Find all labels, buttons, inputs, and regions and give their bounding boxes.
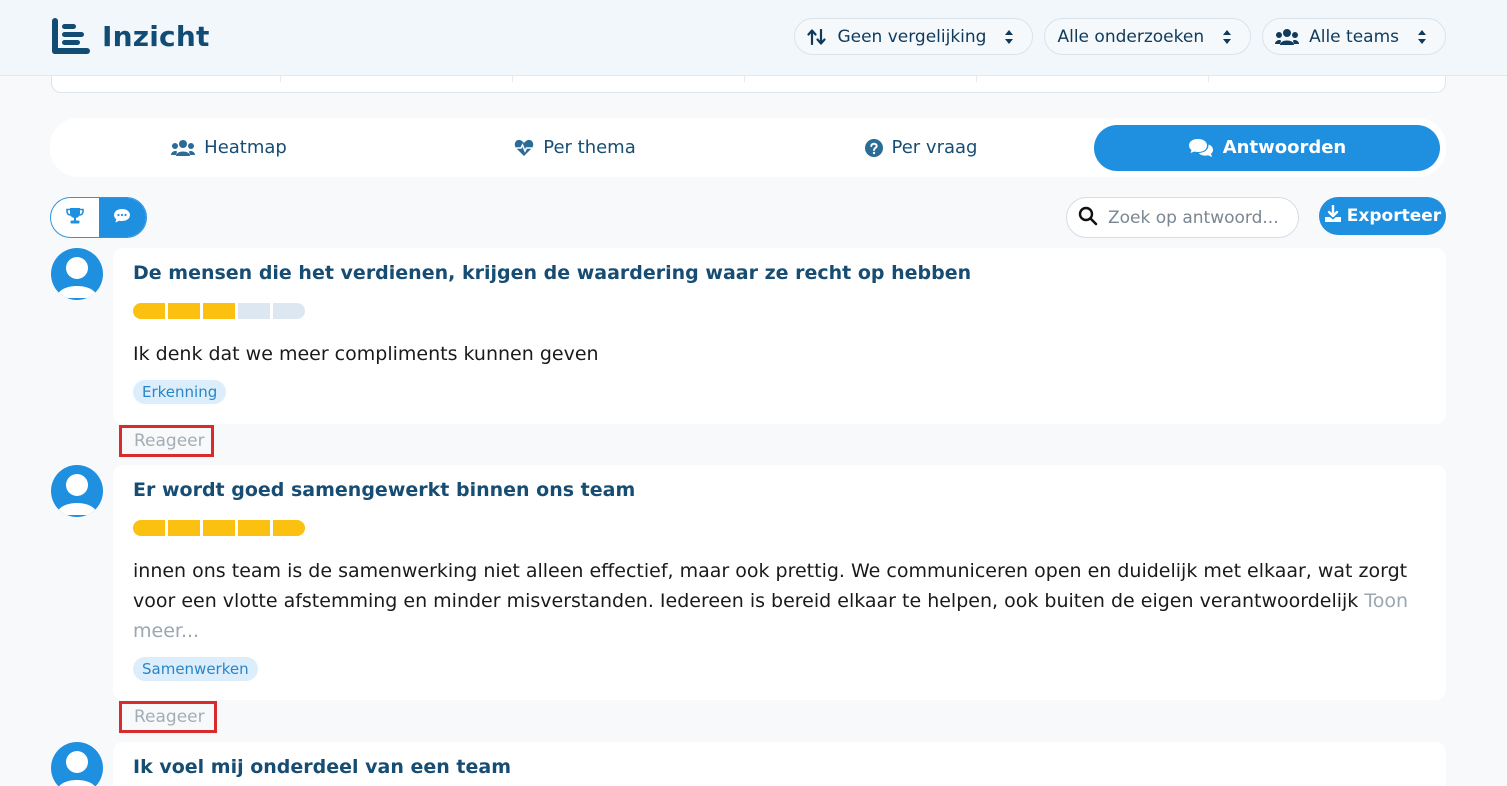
- survey-select-label: Alle onderzoeken: [1057, 26, 1205, 47]
- select-caret-icon: [1004, 29, 1014, 45]
- avatar: [51, 742, 103, 786]
- rating-segment: [273, 303, 305, 319]
- answer-text: innen ons team is de samenwerking niet a…: [133, 556, 1426, 646]
- team-select-label: Alle teams: [1309, 26, 1399, 47]
- answer-card: De mensen die het verdienen, krijgen de …: [113, 248, 1446, 424]
- view-tabs: Heatmap Per thema Per vraag Antwoorden: [50, 118, 1446, 177]
- rating-segment: [133, 520, 165, 536]
- comments-icon: [1188, 138, 1214, 158]
- question-title: De mensen die het verdienen, krijgen de …: [133, 262, 972, 284]
- logo-icon: [52, 18, 90, 54]
- select-caret-icon: [1417, 29, 1427, 45]
- comment-toggle-button[interactable]: [98, 198, 146, 237]
- team-select[interactable]: Alle teams: [1262, 18, 1446, 55]
- rating-bar: [133, 303, 1426, 319]
- answer-text-content: innen ons team is de samenwerking niet a…: [133, 560, 1408, 612]
- rating-segment: [238, 520, 270, 536]
- answer-text-content: Ik denk dat we meer compliments kunnen g…: [133, 343, 599, 365]
- trophy-icon: [65, 207, 84, 228]
- search-input[interactable]: [1108, 207, 1288, 228]
- theme-tag[interactable]: Erkenning: [133, 380, 227, 404]
- answer-search: [1066, 197, 1299, 238]
- sort-arrows-icon: [807, 28, 827, 46]
- question-title: Ik voel mij onderdeel van een team: [133, 756, 511, 778]
- download-icon: [1324, 204, 1342, 228]
- tab-per-vraag[interactable]: Per vraag: [748, 125, 1094, 171]
- app-title: Inzicht: [102, 19, 210, 53]
- reply-button[interactable]: Reageer: [119, 425, 214, 457]
- rating-bar: [133, 520, 1426, 536]
- tab-per-thema-label: Per thema: [543, 137, 636, 158]
- users-icon: [171, 139, 196, 157]
- users-icon: [1275, 28, 1300, 46]
- question-title: Er wordt goed samengewerkt binnen ons te…: [133, 479, 636, 501]
- rating-segment: [133, 303, 165, 319]
- rating-segment: [273, 520, 305, 536]
- rating-segment: [203, 520, 235, 536]
- heart-pulse-icon: [514, 139, 534, 157]
- top-header: Inzicht Geen vergelijking Alle onderzoek…: [0, 0, 1507, 76]
- question-circle-icon: [864, 138, 883, 157]
- tab-antwoorden[interactable]: Antwoorden: [1094, 124, 1440, 171]
- search-icon: [1078, 206, 1098, 230]
- avatar: [51, 465, 103, 517]
- answer-card: Er wordt goed samengewerkt binnen ons te…: [113, 465, 1446, 700]
- tab-per-vraag-label: Per vraag: [891, 137, 978, 158]
- rating-segment: [168, 520, 200, 536]
- select-caret-icon: [1222, 29, 1232, 45]
- logo[interactable]: Inzicht: [50, 18, 210, 54]
- comparison-select-label: Geen vergelijking: [837, 26, 987, 47]
- user-avatar-icon: [57, 257, 97, 298]
- tab-heatmap[interactable]: Heatmap: [56, 125, 402, 171]
- avatar: [51, 248, 103, 300]
- user-avatar-icon: [57, 474, 97, 515]
- rating-segment: [203, 303, 235, 319]
- user-avatar-icon: [59, 751, 95, 786]
- theme-tag[interactable]: Samenwerken: [133, 657, 258, 681]
- tab-antwoorden-label: Antwoorden: [1222, 137, 1347, 158]
- answer-card: Ik voel mij onderdeel van een team: [113, 742, 1446, 786]
- tab-per-thema[interactable]: Per thema: [402, 125, 748, 171]
- rating-segment: [238, 303, 270, 319]
- answer-text: Ik denk dat we meer compliments kunnen g…: [133, 339, 1426, 369]
- export-label: Exporteer: [1346, 206, 1442, 226]
- tab-heatmap-label: Heatmap: [204, 137, 287, 158]
- view-toggle: [50, 197, 147, 238]
- reply-button[interactable]: Reageer: [119, 701, 217, 733]
- comment-icon: [113, 208, 131, 228]
- comparison-select[interactable]: Geen vergelijking: [794, 18, 1034, 55]
- survey-select[interactable]: Alle onderzoeken: [1044, 18, 1252, 55]
- rating-segment: [168, 303, 200, 319]
- export-button[interactable]: Exporteer: [1319, 197, 1446, 235]
- trophy-toggle-button[interactable]: [51, 198, 99, 237]
